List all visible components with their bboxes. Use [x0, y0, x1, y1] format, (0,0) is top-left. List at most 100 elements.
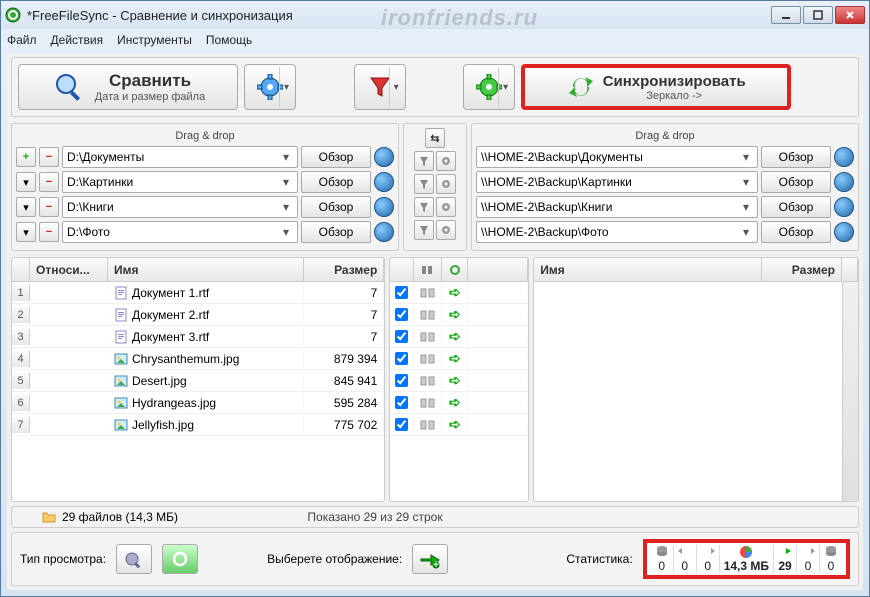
view-action-button[interactable] — [162, 544, 198, 574]
file-icon — [114, 330, 128, 344]
browse-button[interactable]: Обзор — [301, 146, 371, 168]
table-row[interactable]: 1 Документ 1.rtf 7 — [12, 282, 384, 304]
include-checkbox[interactable] — [390, 350, 414, 367]
remove-pair-button[interactable]: − — [39, 147, 59, 167]
col-size-header[interactable]: Размер — [762, 258, 842, 281]
dropdown-icon[interactable] — [739, 150, 753, 164]
col-name-header[interactable]: Имя — [534, 258, 762, 281]
action-icon[interactable]: ➪ — [442, 304, 468, 325]
cat-header[interactable] — [414, 258, 442, 281]
pair-filter-button[interactable] — [414, 220, 434, 240]
pair-settings-button[interactable] — [436, 174, 456, 194]
include-checkbox[interactable] — [390, 416, 414, 433]
action-icon[interactable]: ➪ — [442, 414, 468, 435]
col-name-header[interactable]: Имя — [108, 258, 304, 281]
menu-actions[interactable]: Действия — [51, 33, 104, 47]
chk-header[interactable] — [390, 258, 414, 281]
path-combo[interactable]: D:\Документы — [62, 146, 298, 168]
path-combo[interactable]: \\HOME-2\Backup\Картинки — [476, 171, 758, 193]
dropdown-icon[interactable] — [498, 67, 512, 107]
pair-filter-button[interactable] — [414, 151, 434, 171]
sync-settings-button[interactable] — [463, 64, 515, 110]
compare-button[interactable]: СравнитьДата и размер файла — [18, 64, 238, 110]
scrollbar[interactable] — [842, 282, 858, 501]
table-row[interactable]: 5 Desert.jpg 845 941 — [12, 370, 384, 392]
rownum-header[interactable] — [12, 258, 30, 281]
dropdown-icon[interactable] — [279, 225, 293, 239]
minimize-button[interactable] — [771, 6, 801, 24]
browse-button[interactable]: Обзор — [761, 221, 831, 243]
action-icon[interactable]: ➪ — [442, 326, 468, 347]
table-row[interactable]: 3 Документ 3.rtf 7 — [12, 326, 384, 348]
pair-filter-button[interactable] — [414, 174, 434, 194]
dropdown-icon[interactable] — [279, 175, 293, 189]
action-icon[interactable]: ➪ — [442, 348, 468, 369]
menu-file[interactable]: Файл — [7, 33, 37, 47]
compare-settings-button[interactable] — [244, 64, 296, 110]
path-combo[interactable]: D:\Картинки — [62, 171, 298, 193]
dropdown-icon[interactable] — [279, 67, 293, 107]
pair-settings-button[interactable] — [436, 151, 456, 171]
act-header[interactable] — [442, 258, 468, 281]
collapse-button[interactable]: ▾ — [16, 172, 36, 192]
cloud-button[interactable] — [834, 197, 854, 217]
cloud-button[interactable] — [374, 222, 394, 242]
action-icon[interactable]: ➪ — [442, 370, 468, 391]
cloud-button[interactable] — [834, 147, 854, 167]
include-checkbox[interactable] — [390, 328, 414, 345]
pair-filter-button[interactable] — [414, 197, 434, 217]
view-category-button[interactable] — [116, 544, 152, 574]
include-checkbox[interactable] — [390, 372, 414, 389]
remove-pair-button[interactable]: − — [39, 172, 59, 192]
table-row[interactable]: 6 Hydrangeas.jpg 595 284 — [12, 392, 384, 414]
collapse-button[interactable]: ▾ — [16, 197, 36, 217]
maximize-button[interactable] — [803, 6, 833, 24]
close-button[interactable] — [835, 6, 865, 24]
dropdown-icon[interactable] — [279, 150, 293, 164]
include-checkbox[interactable] — [390, 394, 414, 411]
dropdown-icon[interactable] — [739, 225, 753, 239]
cloud-button[interactable] — [834, 222, 854, 242]
pair-settings-button[interactable] — [436, 220, 456, 240]
filter-button[interactable] — [354, 64, 406, 110]
cloud-button[interactable] — [374, 172, 394, 192]
menu-help[interactable]: Помощь — [206, 33, 252, 47]
display-filter-button[interactable]: + — [412, 544, 448, 574]
collapse-button[interactable]: ▾ — [16, 222, 36, 242]
statusbar: Тип просмотра: Выберете отображение: + С… — [11, 532, 859, 586]
cloud-button[interactable] — [374, 147, 394, 167]
table-row[interactable]: 2 Документ 2.rtf 7 — [12, 304, 384, 326]
add-pair-button[interactable]: + — [16, 147, 36, 167]
table-row[interactable]: 4 Chrysanthemum.jpg 879 394 — [12, 348, 384, 370]
path-combo[interactable]: \\HOME-2\Backup\Книги — [476, 196, 758, 218]
dropdown-icon[interactable] — [389, 67, 403, 107]
browse-button[interactable]: Обзор — [301, 221, 371, 243]
table-row[interactable]: 7 Jellyfish.jpg 775 702 — [12, 414, 384, 436]
action-icon[interactable]: ➪ — [442, 392, 468, 413]
include-checkbox[interactable] — [390, 284, 414, 301]
browse-button[interactable]: Обзор — [301, 196, 371, 218]
path-combo[interactable]: \\HOME-2\Backup\Фото — [476, 221, 758, 243]
path-combo[interactable]: \\HOME-2\Backup\Документы — [476, 146, 758, 168]
sync-button[interactable]: СинхронизироватьЗеркало -> — [521, 64, 791, 110]
path-combo[interactable]: D:\Фото — [62, 221, 298, 243]
browse-button[interactable]: Обзор — [761, 196, 831, 218]
browse-button[interactable]: Обзор — [761, 171, 831, 193]
remove-pair-button[interactable]: − — [39, 222, 59, 242]
menu-tools[interactable]: Инструменты — [117, 33, 192, 47]
include-checkbox[interactable] — [390, 306, 414, 323]
action-icon[interactable]: ➪ — [442, 282, 468, 303]
dropdown-icon[interactable] — [739, 200, 753, 214]
remove-pair-button[interactable]: − — [39, 197, 59, 217]
dropdown-icon[interactable] — [739, 175, 753, 189]
path-combo[interactable]: D:\Книги — [62, 196, 298, 218]
swap-button[interactable]: ⇆ — [425, 128, 445, 148]
cloud-button[interactable] — [834, 172, 854, 192]
dropdown-icon[interactable] — [279, 200, 293, 214]
cloud-button[interactable] — [374, 197, 394, 217]
browse-button[interactable]: Обзор — [301, 171, 371, 193]
pair-settings-button[interactable] — [436, 197, 456, 217]
browse-button[interactable]: Обзор — [761, 146, 831, 168]
col-size-header[interactable]: Размер — [304, 258, 384, 281]
col-rel-header[interactable]: Относи... — [30, 258, 108, 281]
